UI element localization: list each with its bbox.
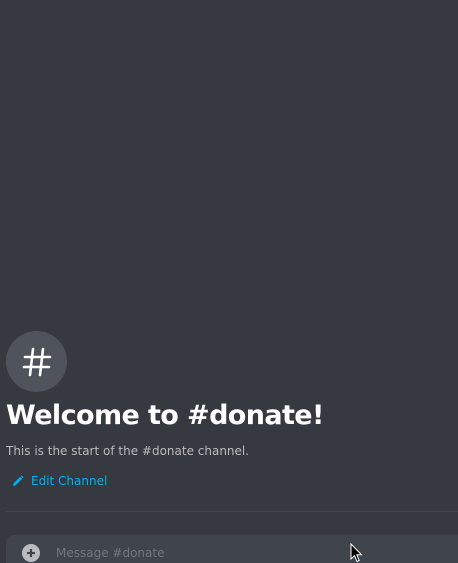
edit-channel-label: Edit Channel xyxy=(31,474,108,488)
channel-description: This is the start of the #donate channel… xyxy=(6,444,250,458)
divider xyxy=(6,511,458,512)
hash-icon xyxy=(22,347,51,376)
pencil-icon xyxy=(13,475,24,486)
channel-avatar xyxy=(6,331,67,392)
message-composer xyxy=(6,535,458,563)
welcome-title: Welcome to #donate! xyxy=(6,400,324,431)
upload-button[interactable] xyxy=(22,544,40,562)
plus-circle-icon xyxy=(27,549,35,557)
chat-area: Welcome to #donate! This is the start of… xyxy=(0,0,458,563)
edit-channel-button[interactable]: Edit Channel xyxy=(12,474,107,488)
message-input[interactable] xyxy=(56,542,436,563)
